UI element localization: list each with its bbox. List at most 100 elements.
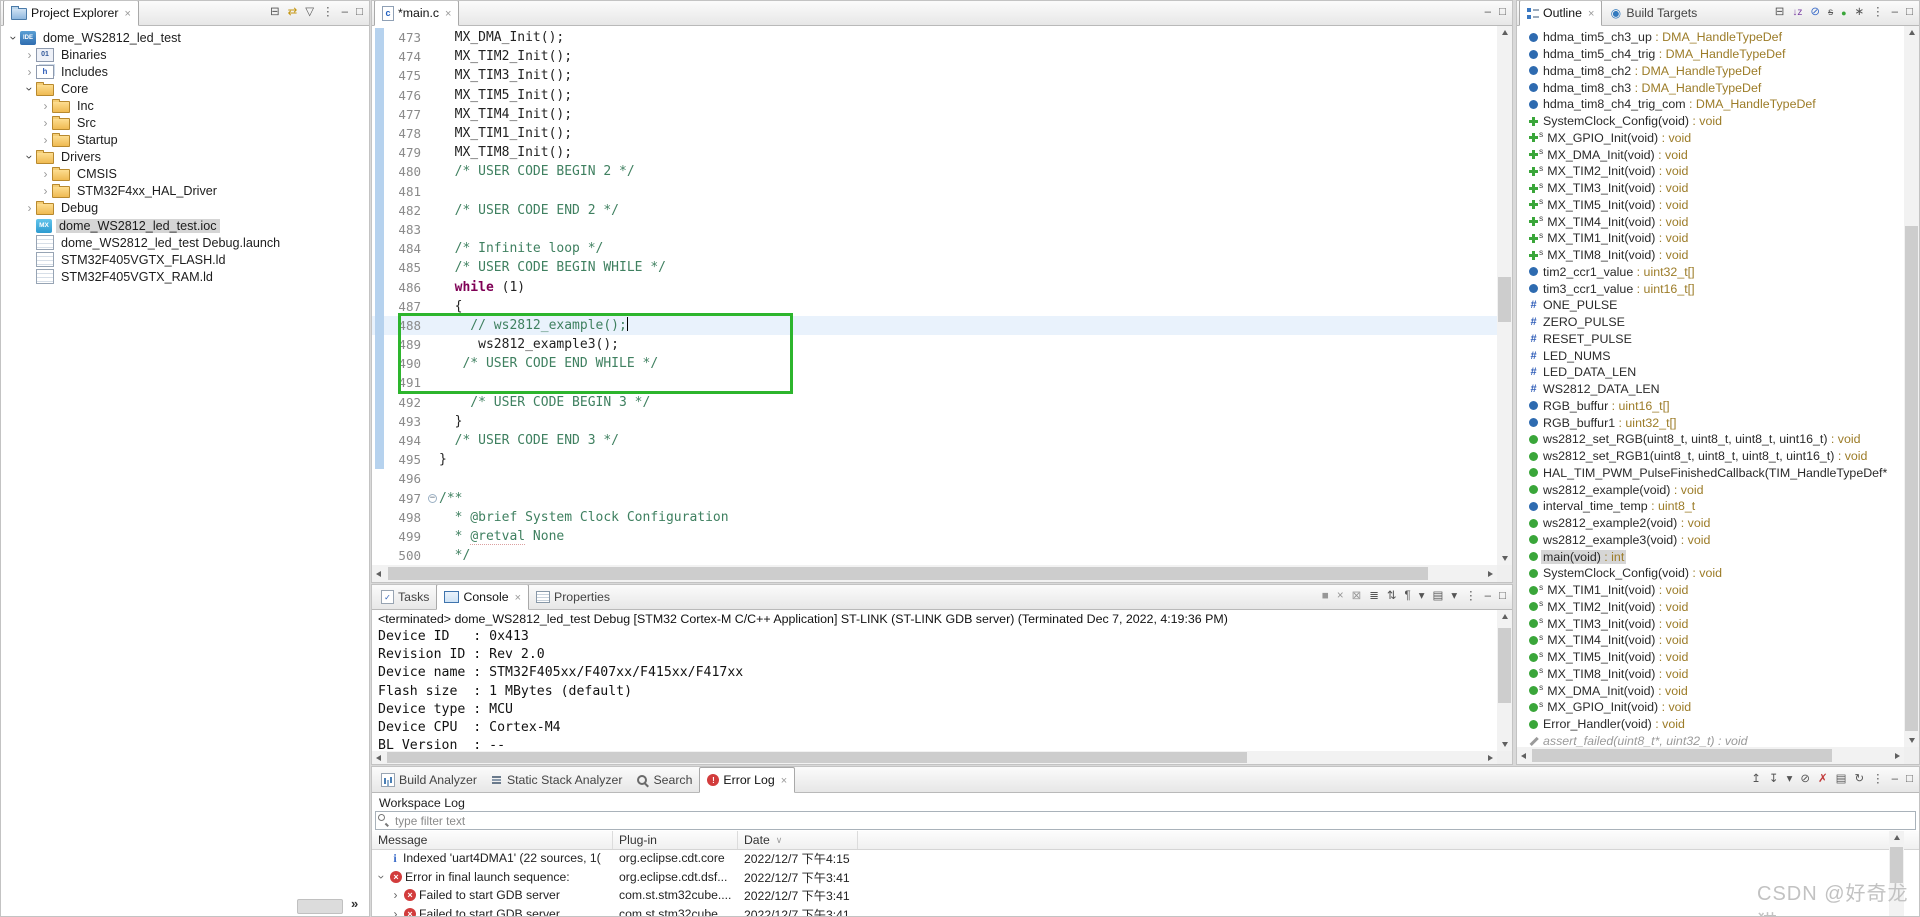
outline-item[interactable]: hdma_tim8_ch3 : DMA_HandleTypeDef [1517,79,1904,96]
collapse-marker-icon[interactable]: − [428,494,437,503]
code-line[interactable]: 483 [372,220,1497,239]
log-row[interactable]: ›×Failed to start GDB servercom.st.stm32… [372,905,1919,917]
outline-item[interactable]: SystemClock_Config(void) : void [1517,113,1904,130]
remove-all-launches-icon[interactable]: ⊠ [1352,591,1362,603]
tab-properties[interactable]: Properties [529,585,617,609]
code-line[interactable]: 478 MX_TIM1_Init(); [372,124,1497,143]
tab-build-targets[interactable]: Build Targets [1602,1,1704,25]
minimize-icon[interactable]: – [1892,7,1898,19]
scrollbar-thumb[interactable] [387,752,1247,763]
twistie-icon[interactable]: › [24,82,36,95]
outline-item[interactable]: sMX_DMA_Init(void) : void [1517,682,1904,699]
minimize-icon[interactable]: – [1485,591,1491,603]
log-row[interactable]: ›×Error in final launch sequence:org.ecl… [372,868,1919,887]
twistie-icon[interactable]: › [23,202,36,214]
scroll-right-icon[interactable] [1484,567,1497,580]
tab-error-log[interactable]: Error Log [699,767,795,793]
tree-item[interactable]: ›Includes [3,63,369,80]
twistie-icon[interactable]: › [39,100,52,112]
outline-item[interactable]: sMX_TIM8_Init(void) : void [1517,666,1904,683]
close-icon[interactable] [443,6,451,20]
scroll-right-icon[interactable] [1891,749,1904,762]
outline-item[interactable]: sMX_TIM3_Init(void) : void [1517,615,1904,632]
open-log-icon[interactable]: ▤ [1836,774,1847,786]
collapse-all-icon[interactable]: ⊟ [270,7,280,19]
outline-item[interactable]: #LED_NUMS [1517,347,1904,364]
tab-project-explorer[interactable]: Project Explorer [3,0,139,26]
filter-input[interactable] [375,811,1916,830]
code-line[interactable]: 496 [372,469,1497,488]
scrollbar-thumb[interactable] [1498,277,1511,322]
minimize-icon[interactable]: – [1485,7,1491,19]
twistie-icon[interactable]: › [39,134,52,146]
code-line[interactable]: 477 MX_TIM4_Init(); [372,105,1497,124]
outline-horizontal-scrollbar[interactable] [1517,747,1904,764]
editor-vertical-scrollbar[interactable] [1497,26,1512,565]
hide-static-icon[interactable]: s [1828,8,1833,18]
outline-item[interactable]: hdma_tim8_ch2 : DMA_HandleTypeDef [1517,63,1904,80]
terminate-icon[interactable]: ■ [1322,591,1329,603]
tab-console[interactable]: Console [436,584,529,610]
console-horizontal-scrollbar[interactable] [372,751,1497,764]
scroll-up-icon[interactable] [1890,831,1903,844]
code-line[interactable]: 488 // ws2812_example(); [372,316,1497,335]
code-line[interactable]: 499 * @retval None [372,527,1497,546]
open-console-icon[interactable]: ▾ [1451,591,1457,603]
log-row[interactable]: ›×Failed to start GDB servercom.st.stm32… [372,886,1919,905]
tree-item[interactable]: ›Core [3,80,369,97]
word-wrap-icon[interactable]: ¶ [1405,591,1411,603]
outline-item[interactable]: hdma_tim5_ch4_trig : DMA_HandleTypeDef [1517,46,1904,63]
outline-item[interactable]: ws2812_example2(void) : void [1517,515,1904,532]
outline-item[interactable]: sMX_GPIO_Init(void) : void [1517,130,1904,147]
tree-item[interactable]: ›Debug [3,200,369,217]
code-line[interactable]: 497−/** [372,489,1497,508]
code-line[interactable]: 493 } [372,412,1497,431]
collapse-all-icon[interactable]: ⊟ [1775,7,1785,19]
code-line[interactable]: 495} [372,450,1497,469]
outline-item[interactable]: sMX_TIM5_Init(void) : void [1517,649,1904,666]
twistie-icon[interactable]: › [390,888,401,902]
tree-item[interactable]: STM32F405VGTX_FLASH.ld [3,251,369,268]
tab-outline[interactable]: Outline [1519,0,1602,26]
display-selected-console-icon[interactable]: ▤ [1432,591,1443,603]
code-line[interactable]: 475 MX_TIM3_Init(); [372,66,1497,85]
twistie-icon[interactable]: › [390,907,401,916]
close-icon[interactable] [122,6,130,20]
outline-item[interactable]: HAL_TIM_PWM_PulseFinishedCallback(TIM_Ha… [1517,465,1904,482]
outline-item[interactable]: sMX_TIM4_Init(void) : void [1517,213,1904,230]
delete-log-icon[interactable]: ✗ [1818,774,1828,786]
restore-views-icon[interactable]: » [351,896,358,911]
outline-item[interactable]: sMX_GPIO_Init(void) : void [1517,699,1904,716]
twistie-icon[interactable]: › [39,117,52,129]
scroll-up-icon[interactable] [1498,610,1511,623]
outline-item[interactable]: hdma_tim8_ch4_trig_com : DMA_HandleTypeD… [1517,96,1904,113]
tab-main-c[interactable]: *main.c [374,0,459,26]
view-menu-icon[interactable]: ⋮ [322,7,334,19]
twistie-icon[interactable]: › [375,871,389,882]
outline-item[interactable]: ws2812_example(void) : void [1517,481,1904,498]
outline-item[interactable]: sMX_TIM8_Init(void) : void [1517,247,1904,264]
code-line[interactable]: 481 [372,182,1497,201]
log-row[interactable]: iIndexed 'uart4DMA1' (22 sources, 1(org.… [372,849,1919,868]
maximize-icon[interactable]: □ [1499,7,1506,19]
close-icon[interactable] [513,590,521,604]
outline-item[interactable]: interval_time_temp : uint8_t [1517,498,1904,515]
outline-vertical-scrollbar[interactable] [1904,26,1919,747]
outline-item[interactable]: sMX_TIM4_Init(void) : void [1517,632,1904,649]
tree-item[interactable]: ›Inc [3,97,369,114]
code-line[interactable]: 494 /* USER CODE END 3 */ [372,431,1497,450]
outline-item[interactable]: SystemClock_Config(void) : void [1517,565,1904,582]
tree-item[interactable]: ›Startup [3,132,369,149]
maximize-icon[interactable]: □ [1499,591,1506,603]
column-header-date[interactable]: Date∨ [738,831,858,849]
twistie-icon[interactable]: › [39,168,52,180]
tree-item[interactable]: dome_WS2812_led_test.ioc [3,217,369,234]
close-icon[interactable] [1586,6,1594,20]
outline-item[interactable]: sMX_TIM2_Init(void) : void [1517,163,1904,180]
column-header-message[interactable]: Message [372,831,613,849]
outline-item[interactable]: hdma_tim5_ch3_up : DMA_HandleTypeDef [1517,29,1904,46]
hide-non-public-icon[interactable]: ● [1841,9,1846,18]
sort-alpha-icon[interactable]: ↓z [1792,8,1802,18]
outline-item[interactable]: tim2_ccr1_value : uint32_t[] [1517,264,1904,281]
scroll-up-icon[interactable] [1498,26,1511,39]
